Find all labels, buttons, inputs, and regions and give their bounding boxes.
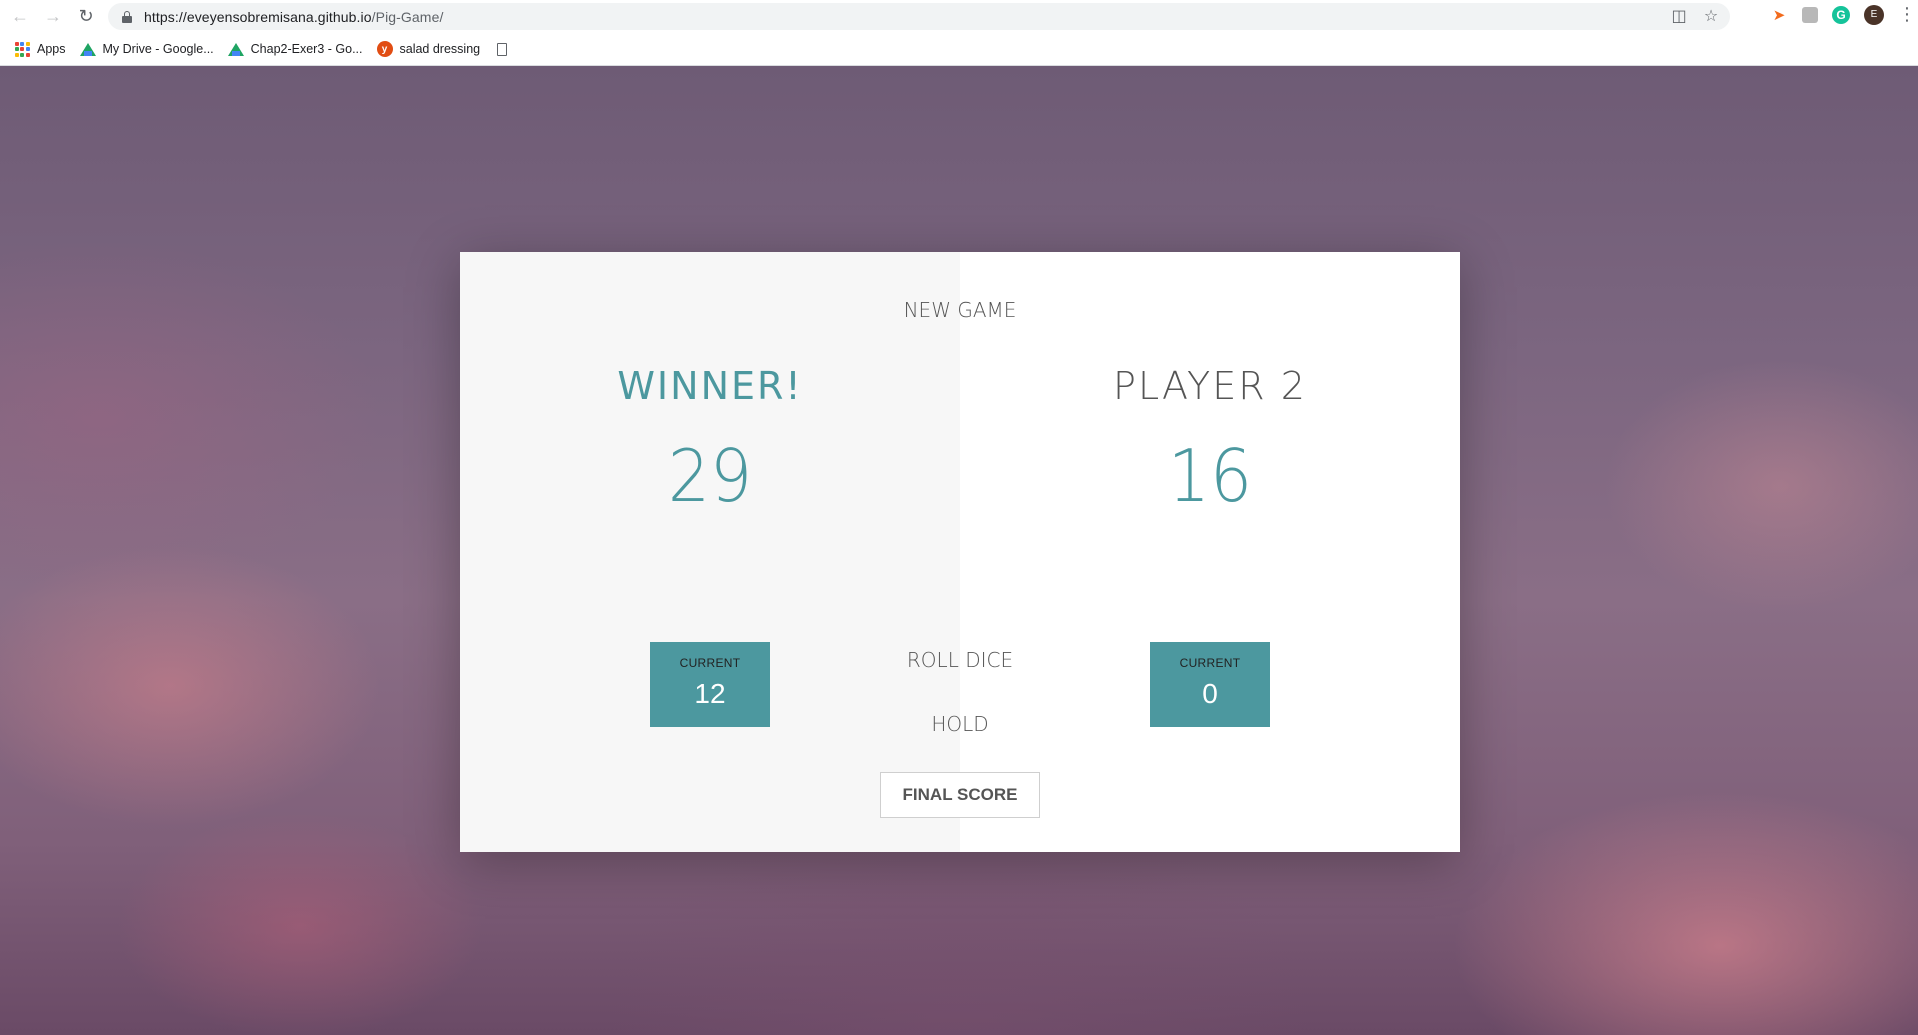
google-drive-icon [227, 41, 244, 57]
player-1-current-box: CURRENT 12 [650, 642, 770, 727]
apps-grid-icon [14, 41, 30, 57]
browser-toolbar: ← → ↻ https://eveyensobremisana.github.i… [0, 0, 1918, 33]
player-2-panel: PLAYER 2 16 CURRENT 0 [960, 252, 1460, 852]
forward-arrow-icon[interactable]: → [40, 4, 66, 30]
player-1-current-score: 12 [694, 678, 726, 709]
player-2-current-box: CURRENT 0 [1150, 642, 1270, 727]
menu-kebab-icon[interactable]: ⋮ [1898, 4, 1916, 25]
grammarly-icon[interactable]: G [1832, 5, 1850, 24]
game-wrapper: WINNER! 29 CURRENT 12 PLAYER 2 16 CURREN… [460, 252, 1460, 852]
bookmark-chap2-exer3[interactable]: Chap2-Exer3 - Go... [227, 41, 363, 57]
final-score-input[interactable]: FINAL SCORE [880, 772, 1040, 818]
lock-icon [122, 10, 132, 23]
player-1-panel: WINNER! 29 CURRENT 12 [460, 252, 960, 852]
player-1-name: WINNER! [617, 364, 803, 408]
bookmarks-bar: Apps My Drive - Google... Chap2-Exer3 - … [0, 33, 1918, 66]
bookmark-page[interactable] [494, 41, 517, 57]
page-background: WINNER! 29 CURRENT 12 PLAYER 2 16 CURREN… [0, 66, 1918, 1035]
player-2-current-score: 0 [1202, 678, 1218, 709]
url-text[interactable]: https://eveyensobremisana.github.io/Pig-… [144, 9, 443, 25]
extension-shield-icon[interactable]: ◫ [1670, 7, 1688, 25]
bookmark-apps[interactable]: Apps [14, 41, 66, 57]
bookmark-star-icon[interactable]: ☆ [1702, 7, 1720, 25]
bookmark-label: Chap2-Exer3 - Go... [250, 42, 363, 56]
player-1-current-label: CURRENT [679, 656, 741, 670]
url-host: https://eveyensobremisana.github.io [144, 8, 372, 25]
bookmark-label: Apps [37, 42, 66, 56]
acrobat-extension-icon[interactable]: ➤ [1770, 6, 1788, 24]
player-2-score: 16 [1167, 434, 1253, 518]
bookmark-salad-dressing[interactable]: y salad dressing [376, 41, 481, 57]
roll-dice-button[interactable]: ROLL DICE [860, 648, 1060, 672]
player-1-score: 29 [667, 434, 753, 518]
profile-avatar[interactable]: E [1864, 4, 1884, 25]
back-arrow-icon[interactable]: ← [7, 4, 33, 30]
reload-icon[interactable]: ↻ [73, 4, 99, 30]
new-game-button[interactable]: NEW GAME [860, 298, 1060, 322]
player-2-current-label: CURRENT [1179, 656, 1241, 670]
bookmark-my-drive[interactable]: My Drive - Google... [79, 41, 214, 57]
extension-gray-icon[interactable] [1802, 6, 1818, 23]
bookmark-label: My Drive - Google... [102, 42, 214, 56]
page-icon [494, 41, 510, 57]
url-path: /Pig-Game/ [371, 8, 444, 25]
google-drive-icon [79, 41, 96, 57]
player-2-name: PLAYER 2 [1113, 364, 1307, 408]
bookmark-label: salad dressing [399, 42, 481, 56]
hold-button[interactable]: HOLD [860, 712, 1060, 736]
yelp-icon: y [376, 41, 393, 57]
address-bar[interactable]: https://eveyensobremisana.github.io/Pig-… [108, 3, 1730, 30]
